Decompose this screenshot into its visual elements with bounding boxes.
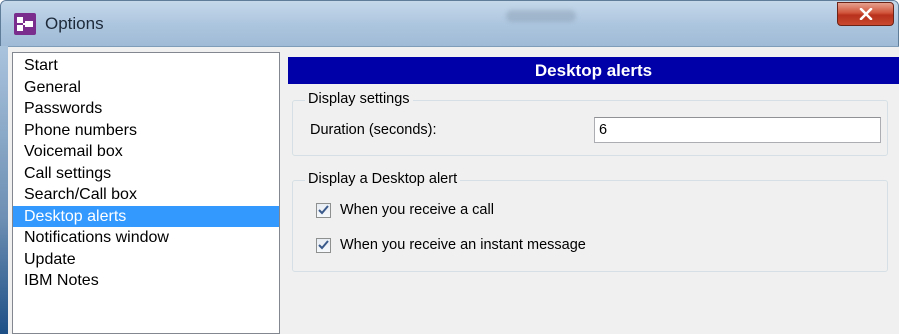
nav-item-desktop-alerts[interactable]: Desktop alerts — [13, 205, 279, 227]
nav-item-search-call-box[interactable]: Search/Call box — [13, 184, 279, 206]
receive-im-checkbox-row[interactable]: When you receive an instant message — [316, 237, 586, 253]
nav-item-phone-numbers[interactable]: Phone numbers — [13, 120, 279, 142]
window-title: Options — [45, 14, 104, 33]
nav-item-notifications-window[interactable]: Notifications window — [13, 227, 279, 249]
window-left-border — [0, 46, 8, 334]
close-icon — [859, 8, 872, 20]
checkmark-icon — [318, 240, 329, 250]
desktop-alert-legend: Display a Desktop alert — [305, 171, 461, 187]
app-options-icon — [14, 13, 36, 35]
receive-call-label: When you receive a call — [340, 202, 494, 218]
options-category-list[interactable]: Start General Passwords Phone numbers Voicem… — [12, 52, 280, 334]
nav-item-general[interactable]: General — [13, 77, 279, 99]
duration-input[interactable] — [594, 117, 881, 143]
nav-item-ibm-notes[interactable]: IBM Notes — [13, 270, 279, 292]
receive-im-checkbox[interactable] — [316, 237, 331, 253]
display-settings-group: Display settings Duration (seconds): — [292, 91, 888, 156]
title-bar[interactable]: Options — [1, 1, 898, 47]
title-bar-glare — [506, 10, 576, 22]
desktop-alert-group: Display a Desktop alert When you receive… — [292, 171, 888, 272]
nav-item-voicemail-box[interactable]: Voicemail box — [13, 141, 279, 163]
display-settings-legend: Display settings — [305, 91, 413, 107]
receive-call-checkbox-row[interactable]: When you receive a call — [316, 202, 494, 218]
pane-header: Desktop alerts — [288, 57, 899, 84]
nav-item-passwords[interactable]: Passwords — [13, 98, 279, 120]
checkmark-icon — [318, 205, 329, 215]
nav-item-start[interactable]: Start — [13, 55, 279, 77]
nav-item-call-settings[interactable]: Call settings — [13, 163, 279, 185]
receive-call-checkbox[interactable] — [316, 202, 331, 218]
options-content-pane: Desktop alerts Display settings Duration… — [288, 52, 899, 334]
close-button[interactable] — [837, 2, 894, 26]
receive-im-label: When you receive an instant message — [340, 237, 586, 253]
nav-item-update[interactable]: Update — [13, 249, 279, 271]
duration-label: Duration (seconds): — [310, 122, 437, 138]
